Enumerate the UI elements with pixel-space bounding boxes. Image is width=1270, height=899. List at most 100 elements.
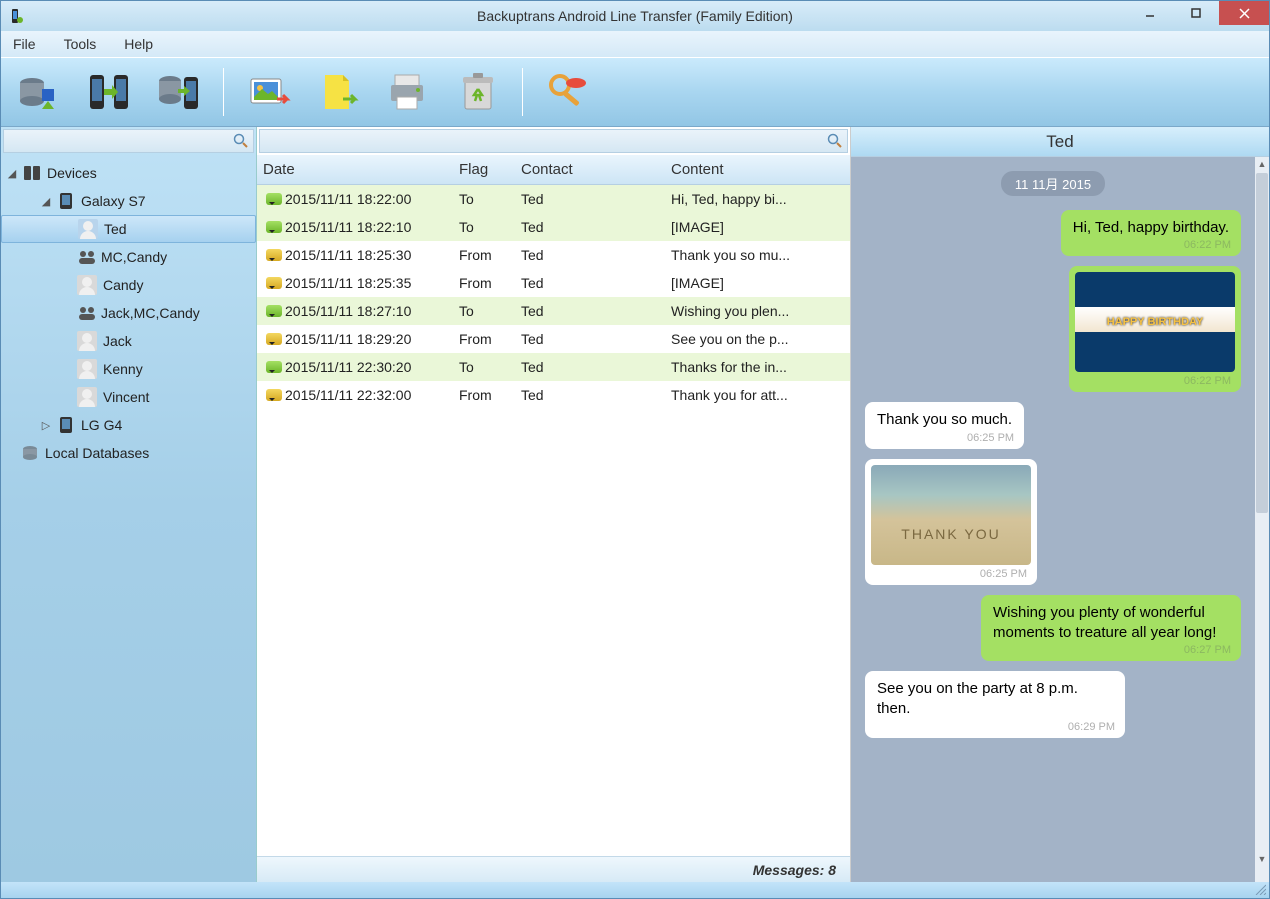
device-tree: ◢ Devices ◢ Galaxy S7 Ted MC,Candy bbox=[1, 155, 256, 882]
table-row[interactable]: 2015/11/11 18:25:30FromTedThank you so m… bbox=[257, 241, 850, 269]
cell-date: 2015/11/11 18:29:20 bbox=[285, 331, 459, 347]
phone-icon bbox=[57, 416, 75, 434]
toolbar-backup-icon[interactable] bbox=[13, 66, 65, 118]
table-row[interactable]: 2015/11/11 18:22:10ToTed[IMAGE] bbox=[257, 213, 850, 241]
menu-tools[interactable]: Tools bbox=[64, 36, 97, 52]
scroll-thumb[interactable] bbox=[1256, 173, 1268, 513]
cell-flag: To bbox=[459, 219, 521, 235]
minimize-button[interactable] bbox=[1127, 1, 1173, 25]
message-icon bbox=[263, 249, 285, 261]
scroll-up-icon[interactable]: ▲ bbox=[1255, 157, 1269, 171]
cell-content: Hi, Ted, happy bi... bbox=[671, 191, 850, 207]
expand-icon[interactable]: ◢ bbox=[41, 195, 51, 208]
chat-bubble-row: Wishing you plenty of wonderful moments … bbox=[865, 595, 1241, 662]
avatar-icon bbox=[78, 219, 98, 239]
table-row[interactable]: 2015/11/11 22:32:00FromTedThank you for … bbox=[257, 381, 850, 409]
table-row[interactable]: 2015/11/11 22:30:20ToTedThanks for the i… bbox=[257, 353, 850, 381]
tree-node-devices[interactable]: ◢ Devices bbox=[1, 159, 256, 187]
sidebar-search[interactable] bbox=[3, 129, 254, 153]
search-icon bbox=[233, 133, 249, 149]
col-content[interactable]: Content bbox=[671, 161, 850, 178]
table-row[interactable]: 2015/11/11 18:25:35FromTed[IMAGE] bbox=[257, 269, 850, 297]
scrollbar[interactable]: ▲ ▼ bbox=[1255, 157, 1269, 866]
chat-image-bubble[interactable]: HAPPY BIRTHDAY06:22 PM bbox=[1069, 266, 1241, 392]
bubble-time: 06:25 PM bbox=[980, 567, 1027, 582]
toolbar-print-icon[interactable] bbox=[382, 66, 434, 118]
col-flag[interactable]: Flag bbox=[459, 161, 521, 178]
maximize-button[interactable] bbox=[1173, 1, 1219, 25]
toolbar-transfer-icon[interactable] bbox=[83, 66, 135, 118]
expand-icon[interactable]: ◢ bbox=[7, 167, 17, 180]
tree-label: Jack bbox=[103, 333, 132, 349]
message-icon bbox=[263, 389, 285, 401]
close-button[interactable] bbox=[1219, 1, 1269, 25]
chat-text-bubble[interactable]: Wishing you plenty of wonderful moments … bbox=[981, 595, 1241, 662]
chat-text-bubble[interactable]: Hi, Ted, happy birthday. 06:22 PM bbox=[1061, 210, 1241, 256]
menu-file[interactable]: File bbox=[13, 36, 36, 52]
bubble-time: 06:22 PM bbox=[1184, 238, 1231, 253]
chat-header: Ted bbox=[851, 127, 1269, 157]
chat-pane: Ted 11 11月 2015 Hi, Ted, happy birthday.… bbox=[851, 127, 1269, 882]
chat-contact-name: Ted bbox=[1046, 132, 1073, 152]
cell-flag: From bbox=[459, 275, 521, 291]
cell-content: Wishing you plen... bbox=[671, 303, 850, 319]
cell-contact: Ted bbox=[521, 275, 671, 291]
expand-icon[interactable]: ▷ bbox=[41, 419, 51, 432]
tree-contact-ted[interactable]: Ted bbox=[1, 215, 256, 243]
bubble-time: 06:27 PM bbox=[1184, 643, 1231, 658]
tree-node-lg[interactable]: ▷ LG G4 bbox=[1, 411, 256, 439]
window-footer bbox=[1, 882, 1269, 898]
cell-content: Thank you so mu... bbox=[671, 247, 850, 263]
col-contact[interactable]: Contact bbox=[521, 161, 671, 178]
cell-flag: From bbox=[459, 247, 521, 263]
chat-body[interactable]: 11 11月 2015 Hi, Ted, happy birthday.06:2… bbox=[851, 157, 1269, 882]
tree-node-galaxy[interactable]: ◢ Galaxy S7 bbox=[1, 187, 256, 215]
group-icon bbox=[77, 248, 95, 266]
avatar-icon bbox=[77, 331, 97, 351]
tree-contact[interactable]: MC,Candy bbox=[1, 243, 256, 271]
table-row[interactable]: 2015/11/11 18:22:00ToTedHi, Ted, happy b… bbox=[257, 185, 850, 213]
chat-image-bubble[interactable]: 06:25 PM bbox=[865, 459, 1037, 585]
table-header-row: Date Flag Contact Content bbox=[257, 155, 850, 185]
message-icon bbox=[263, 333, 285, 345]
tree-contact[interactable]: Jack,MC,Candy bbox=[1, 299, 256, 327]
toolbar-recycle-icon[interactable] bbox=[452, 66, 504, 118]
tree-contact[interactable]: Jack bbox=[1, 327, 256, 355]
table-row[interactable]: 2015/11/11 18:27:10ToTedWishing you plen… bbox=[257, 297, 850, 325]
toolbar-license-icon[interactable] bbox=[541, 66, 593, 118]
tree-node-localdb[interactable]: Local Databases bbox=[1, 439, 256, 467]
tree-contact[interactable]: Kenny bbox=[1, 355, 256, 383]
toolbar-restore-icon[interactable] bbox=[153, 66, 205, 118]
tree-contact[interactable]: Vincent bbox=[1, 383, 256, 411]
avatar-icon bbox=[77, 387, 97, 407]
bubble-text: Hi, Ted, happy birthday. bbox=[1073, 219, 1229, 236]
tree-label: Galaxy S7 bbox=[81, 193, 146, 209]
phone-icon bbox=[57, 192, 75, 210]
cell-contact: Ted bbox=[521, 359, 671, 375]
table-search[interactable] bbox=[259, 129, 848, 153]
toolbar-export-file-icon[interactable] bbox=[312, 66, 364, 118]
chat-image: HAPPY BIRTHDAY bbox=[1075, 272, 1235, 372]
table-body: 2015/11/11 18:22:00ToTedHi, Ted, happy b… bbox=[257, 185, 850, 856]
search-icon bbox=[827, 133, 843, 149]
chat-text-bubble[interactable]: Thank you so much.06:25 PM bbox=[865, 402, 1024, 448]
cell-date: 2015/11/11 18:22:10 bbox=[285, 219, 459, 235]
titlebar: Backuptrans Android Line Transfer (Famil… bbox=[1, 1, 1269, 31]
col-date[interactable]: Date bbox=[263, 161, 459, 178]
toolbar bbox=[1, 57, 1269, 127]
table-row[interactable]: 2015/11/11 18:29:20FromTedSee you on the… bbox=[257, 325, 850, 353]
cell-contact: Ted bbox=[521, 387, 671, 403]
bubble-text: See you on the party at 8 p.m. then. bbox=[877, 680, 1078, 717]
tree-label: Kenny bbox=[103, 361, 143, 377]
scroll-down-icon[interactable]: ▼ bbox=[1255, 852, 1269, 866]
toolbar-export-photo-icon[interactable] bbox=[242, 66, 294, 118]
message-icon bbox=[263, 277, 285, 289]
tree-contact[interactable]: Candy bbox=[1, 271, 256, 299]
chat-text-bubble[interactable]: See you on the party at 8 p.m. then.06:2… bbox=[865, 671, 1125, 738]
cell-flag: To bbox=[459, 191, 521, 207]
resize-grip-icon[interactable] bbox=[1254, 883, 1266, 895]
cell-content: Thanks for the in... bbox=[671, 359, 850, 375]
cell-date: 2015/11/11 22:30:20 bbox=[285, 359, 459, 375]
chat-bubble-row: 06:25 PM bbox=[865, 459, 1241, 585]
menu-help[interactable]: Help bbox=[124, 36, 153, 52]
